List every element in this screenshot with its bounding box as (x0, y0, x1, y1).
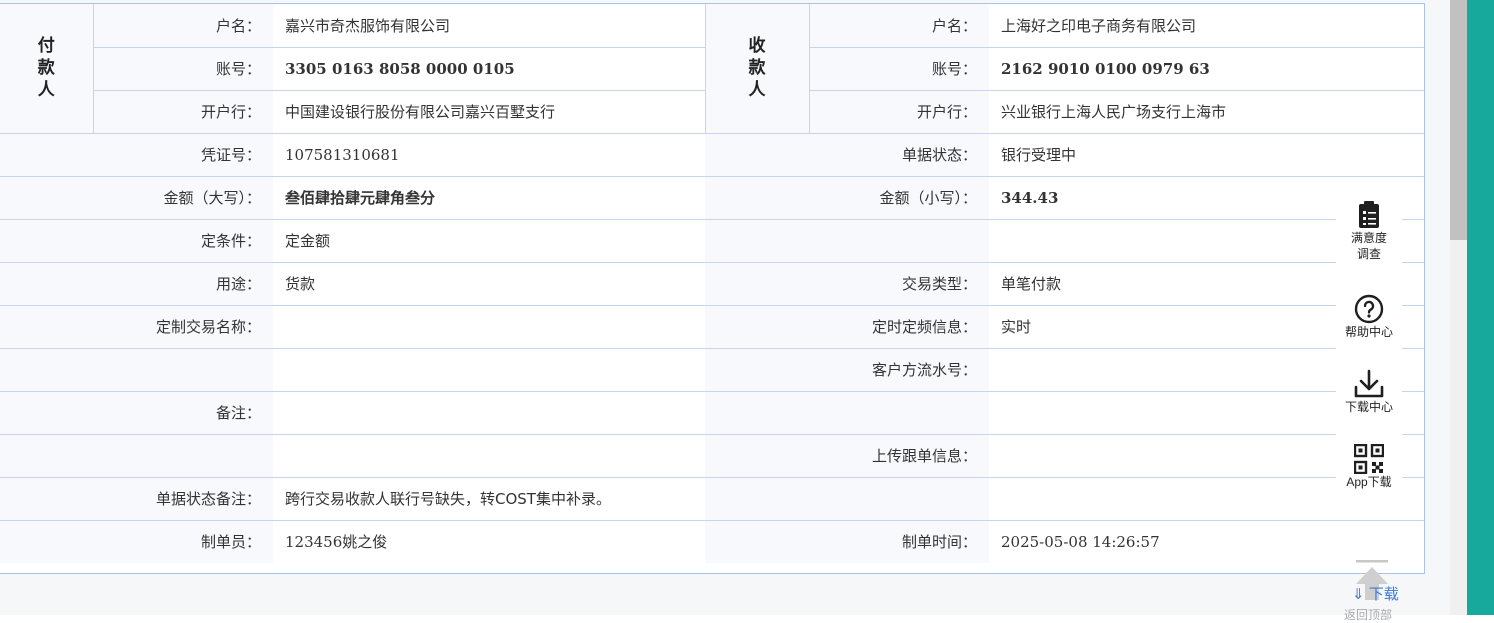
survey-label-2: 调查 (1356, 247, 1381, 261)
side-accent-bar (1467, 0, 1494, 615)
download-icon (1354, 369, 1384, 398)
voucher-value: 107581310681 (273, 133, 705, 177)
voucher-label: 凭证号： (0, 133, 273, 177)
download-center-label: 下载中心 (1344, 400, 1393, 414)
payee-account-label: 账号： (809, 47, 989, 91)
amount-cn-value: 叁佰肆拾肆元肆角叁分 (273, 176, 705, 220)
download-link-text: 下载 (1368, 586, 1399, 603)
empty-label (0, 434, 273, 478)
payee-bank: 兴业银行上海人民广场支行上海市 (989, 90, 1424, 134)
payer-account-label: 账号： (93, 47, 273, 91)
download-arrow-icon: ⇓ (1352, 586, 1365, 603)
empty-value (273, 348, 705, 392)
payee-bank-label: 开户行： (809, 90, 989, 134)
client-serial-label: 客户方流水号： (705, 348, 989, 392)
empty-value (273, 434, 705, 478)
clipboard-icon (1359, 201, 1379, 228)
maker-value: 123456姚之俊 (273, 520, 705, 563)
made-time-label: 制单时间： (705, 520, 989, 563)
empty-label (705, 219, 989, 263)
app-download-label: App下载 (1346, 475, 1392, 489)
download-center-button[interactable]: 下载中心 (1336, 355, 1402, 430)
custom-tx-value (273, 305, 705, 349)
maker-label: 制单员： (0, 520, 273, 563)
empty-label (705, 477, 989, 521)
help-center-label: 帮助中心 (1344, 325, 1393, 339)
empty-label (705, 391, 989, 435)
amount-cn-label: 金额（大写）： (0, 176, 273, 220)
payer-name-label: 户名： (93, 4, 273, 48)
qr-code-icon (1354, 444, 1384, 474)
remark-value (273, 391, 705, 435)
doc-status-label: 单据状态： (705, 133, 989, 177)
payee-name: 上海好之印电子商务有限公司 (989, 4, 1424, 48)
survey-label-1: 满意度 (1350, 231, 1387, 245)
purpose-value: 货款 (273, 262, 705, 306)
schedule-label: 定时定频信息： (705, 305, 989, 349)
empty-label (0, 348, 273, 392)
status-remark-label: 单据状态备注： (0, 477, 273, 521)
payer-bank: 中国建设银行股份有限公司嘉兴百墅支行 (273, 90, 705, 134)
transaction-detail-table: 付款人 户名： 嘉兴市奇杰服饰有限公司 收款人 户名： 上海好之印电子商务有限公… (0, 3, 1425, 574)
payee-account: 2162 9010 0100 0979 63 (989, 47, 1424, 91)
made-time-value: 2025-05-08 14:26:57 (989, 520, 1424, 563)
condition-label: 定条件： (0, 219, 273, 263)
payer-heading: 付款人 (0, 4, 94, 134)
purpose-label: 用途： (0, 262, 273, 306)
help-center-button[interactable]: 帮助中心 (1336, 280, 1402, 355)
floating-toolbar: 满意度 调查 帮助中心 下载中心 App下载 (1336, 190, 1402, 500)
condition-value: 定金额 (273, 219, 705, 263)
amount-num-label: 金额（小写）： (705, 176, 989, 220)
payee-heading: 收款人 (704, 4, 810, 134)
custom-tx-label: 定制交易名称： (0, 305, 273, 349)
payer-account: 3305 0163 8058 0000 0105 (273, 47, 705, 91)
scrollbar-thumb[interactable] (1450, 0, 1467, 240)
app-download-button[interactable]: App下载 (1336, 430, 1402, 500)
download-link[interactable]: ⇓ 下载 (1352, 583, 1399, 604)
payer-name: 嘉兴市奇杰服饰有限公司 (273, 4, 705, 48)
remark-label: 备注： (0, 391, 273, 435)
status-remark-value: 跨行交易收款人联行号缺失，转COST集中补录。 (273, 477, 705, 521)
payer-bank-label: 开户行： (93, 90, 273, 134)
upload-label: 上传跟单信息： (705, 434, 989, 478)
content-area: 付款人 户名： 嘉兴市奇杰服饰有限公司 收款人 户名： 上海好之印电子商务有限公… (0, 0, 1450, 622)
tx-type-label: 交易类型： (705, 262, 989, 306)
doc-status-value: 银行受理中 (989, 133, 1424, 177)
survey-button[interactable]: 满意度 调查 (1336, 190, 1402, 280)
payee-name-label: 户名： (809, 4, 989, 48)
help-icon (1354, 294, 1384, 324)
